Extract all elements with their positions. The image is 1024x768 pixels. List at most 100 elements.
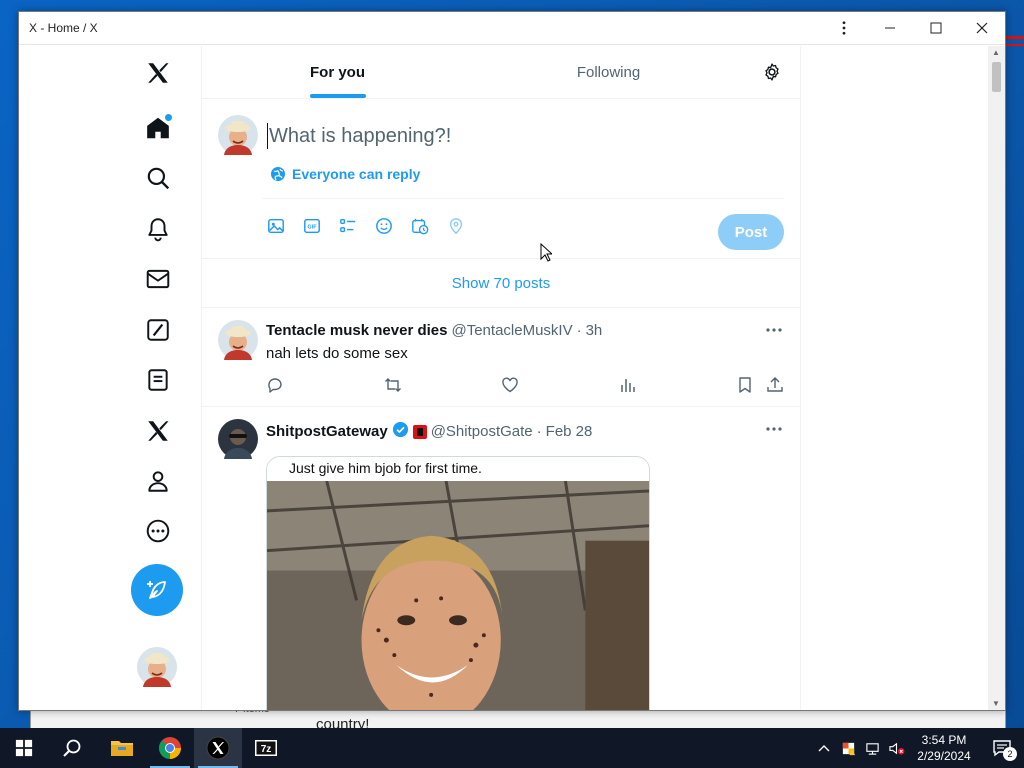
reply-button[interactable] xyxy=(266,376,284,394)
composer-avatar[interactable] xyxy=(218,115,258,155)
taskbar-chrome[interactable] xyxy=(146,728,194,768)
nav-profile[interactable] xyxy=(138,461,178,501)
tweet-timestamp[interactable]: Feb 28 xyxy=(546,423,593,440)
security-tray-icon[interactable] xyxy=(836,728,860,768)
show-hidden-icons-button[interactable] xyxy=(812,728,836,768)
poll-icon xyxy=(340,219,356,233)
speaker-muted-icon xyxy=(888,742,904,755)
show-new-posts-button[interactable]: Show 70 posts xyxy=(202,259,800,308)
bookmark-button[interactable] xyxy=(736,376,754,394)
add-emoji-button[interactable] xyxy=(374,216,394,236)
tab-following[interactable]: Following xyxy=(473,46,744,98)
add-media-button[interactable] xyxy=(266,216,286,236)
taskbar-file-explorer[interactable] xyxy=(98,728,146,768)
nav-explore[interactable] xyxy=(138,158,178,198)
tab-for-you[interactable]: For you xyxy=(202,46,473,98)
tab-label: Following xyxy=(576,63,641,81)
nav-messages[interactable] xyxy=(138,259,178,299)
views-button[interactable] xyxy=(619,376,637,394)
tweet-timestamp[interactable]: 3h xyxy=(586,322,603,339)
schedule-icon xyxy=(412,218,429,235)
clock-date: 2/29/2024 xyxy=(917,749,971,763)
author-name[interactable]: ShitpostGateway xyxy=(266,423,388,440)
scrollbar-thumb[interactable] xyxy=(992,62,1001,92)
verified-badge xyxy=(392,421,409,442)
taskbar-7zip[interactable]: 7z xyxy=(242,728,290,768)
background-window-edge xyxy=(1006,36,1024,39)
compose-post-button[interactable] xyxy=(131,564,183,616)
page-scrollbar[interactable]: ▲ ▼ xyxy=(988,46,1005,710)
tweet-text: nah lets do some sex xyxy=(266,345,408,362)
tag-location-button[interactable] xyxy=(446,216,466,236)
network-tray-icon[interactable] xyxy=(860,728,884,768)
nav-home[interactable] xyxy=(138,108,178,148)
composer-divider xyxy=(262,198,784,199)
tweet-actions-right xyxy=(736,376,784,394)
share-icon xyxy=(767,377,783,392)
maximize-button[interactable] xyxy=(913,12,959,45)
taskbar-clock[interactable]: 3:54 PM 2/29/2024 xyxy=(908,732,980,764)
separator-dot: · xyxy=(536,423,542,440)
image-icon xyxy=(268,218,284,234)
account-avatar[interactable] xyxy=(137,647,177,687)
taskbar-x-app[interactable] xyxy=(194,728,242,768)
tweet-more-button[interactable] xyxy=(764,322,784,338)
reply-setting-label: Everyone can reply xyxy=(292,166,421,182)
tweet-header: Tentacle musk never dies @TentacleMuskIV… xyxy=(266,322,602,339)
tweet-more-button[interactable] xyxy=(764,421,784,437)
repost-button[interactable] xyxy=(384,376,402,394)
nav-notifications[interactable] xyxy=(138,209,178,249)
reply-icon xyxy=(268,378,282,393)
add-poll-button[interactable] xyxy=(338,216,358,236)
minimize-button[interactable] xyxy=(867,12,913,45)
windows-logo-icon xyxy=(15,739,33,757)
feather-plus-icon xyxy=(147,581,166,599)
nav-premium[interactable] xyxy=(138,411,178,451)
tweet-media[interactable]: Just give him bjob for first time. xyxy=(266,456,650,710)
author-handle[interactable]: @TentacleMuskIV xyxy=(451,322,572,339)
x-premium-icon xyxy=(148,421,169,441)
scroll-up-arrow[interactable]: ▲ xyxy=(992,48,1000,57)
nav-grok[interactable] xyxy=(138,310,178,350)
tweet[interactable]: ShitpostGateway @ShitpostGate · Feb 28 J… xyxy=(202,407,800,710)
taskbar-search-button[interactable] xyxy=(48,728,96,768)
add-gif-button[interactable]: GIF xyxy=(302,216,322,236)
post-button[interactable]: Post xyxy=(718,214,784,250)
timeline-settings-button[interactable] xyxy=(744,46,800,98)
author-handle[interactable]: @ShitpostGate xyxy=(431,423,533,440)
nav-lists[interactable] xyxy=(138,360,178,400)
volume-tray-icon[interactable] xyxy=(884,728,908,768)
nav-x-logo[interactable] xyxy=(138,53,178,93)
timeline-column: For you Following What is happening?! Ev… xyxy=(202,46,801,710)
search-icon xyxy=(147,167,170,190)
tweet[interactable]: Tentacle musk never dies @TentacleMuskIV… xyxy=(202,308,800,407)
maximize-icon xyxy=(930,22,942,34)
gear-icon xyxy=(765,63,779,81)
reply-setting-button[interactable]: Everyone can reply xyxy=(270,166,420,182)
menu-button[interactable] xyxy=(821,12,867,45)
globe-icon xyxy=(271,167,285,181)
title-bar: X - Home / X xyxy=(19,12,1005,45)
search-icon xyxy=(63,739,81,757)
start-button[interactable] xyxy=(0,728,48,768)
compose-input[interactable]: What is happening?! xyxy=(267,123,767,149)
avatar-image xyxy=(218,320,258,360)
mouse-cursor xyxy=(540,243,552,262)
tweet-author-avatar[interactable] xyxy=(218,320,258,360)
tweet-author-avatar[interactable] xyxy=(218,419,258,459)
schedule-post-button[interactable] xyxy=(410,216,430,236)
author-name[interactable]: Tentacle musk never dies xyxy=(266,322,447,339)
mail-icon xyxy=(146,269,170,289)
kebab-icon xyxy=(842,21,846,35)
media-photo xyxy=(267,481,649,710)
share-button[interactable] xyxy=(766,376,784,394)
browser-window: X - Home / X For you Following What is h… xyxy=(18,11,1006,711)
minimize-icon xyxy=(885,27,895,29)
more-horizontal-icon xyxy=(766,427,782,431)
close-button[interactable] xyxy=(959,12,1005,45)
nav-more[interactable] xyxy=(138,511,178,551)
grok-icon xyxy=(147,319,169,341)
like-button[interactable] xyxy=(501,376,519,394)
scroll-down-arrow[interactable]: ▼ xyxy=(992,699,1000,708)
action-center-button[interactable]: 2 xyxy=(980,728,1024,768)
